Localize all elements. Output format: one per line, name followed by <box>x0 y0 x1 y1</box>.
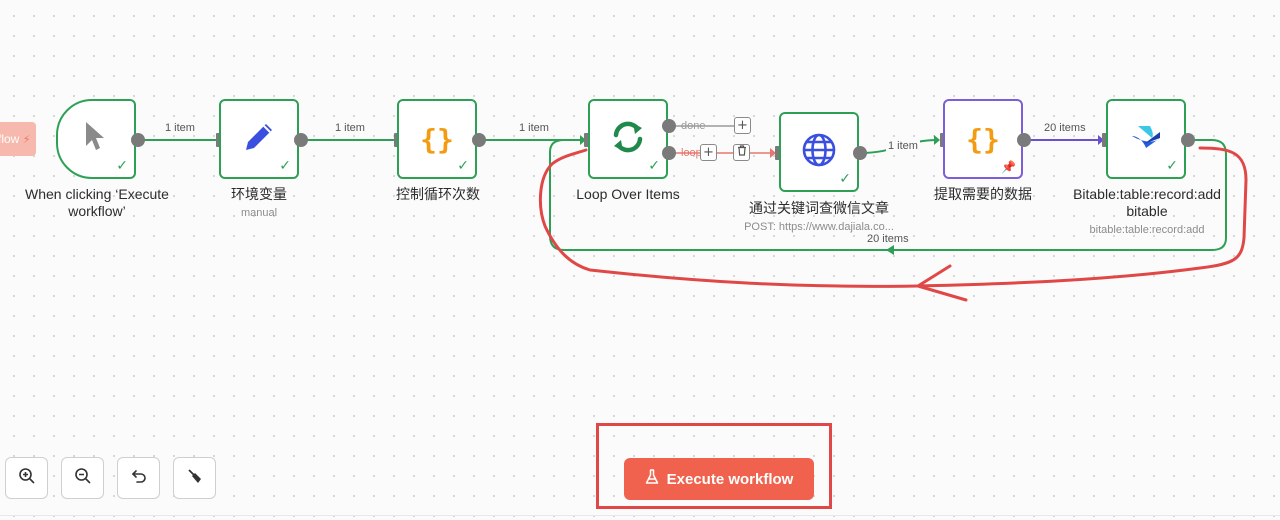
node-label: 通过关键词查微信文章 <box>749 200 889 216</box>
success-check-icon: ✓ <box>116 158 128 174</box>
output-port[interactable] <box>853 146 867 160</box>
pencil-icon <box>240 118 278 161</box>
manual-trigger-tag-label: flow <box>0 132 20 146</box>
edge-label-count: 1 item <box>886 140 920 152</box>
output-port[interactable] <box>294 133 308 147</box>
arrowhead-back <box>886 245 894 255</box>
node-label: 提取需要的数据 <box>934 186 1032 202</box>
broom-icon <box>186 467 204 490</box>
node-trigger[interactable]: ✓ <box>56 99 136 179</box>
execute-workflow-label: Execute workflow <box>666 470 794 488</box>
add-node-button[interactable]: + <box>700 144 717 161</box>
trash-icon <box>737 145 747 160</box>
bitable-icon <box>1130 124 1162 155</box>
output-port[interactable] <box>1017 133 1031 147</box>
success-check-icon: ✓ <box>839 171 851 187</box>
zoom-in-button[interactable] <box>5 457 48 499</box>
success-check-icon: ✓ <box>457 158 469 174</box>
success-check-icon: ✓ <box>1166 158 1178 174</box>
manual-trigger-tag[interactable]: flow ⚡ <box>0 122 36 156</box>
edge-label-count: 1 item <box>517 122 551 134</box>
bottom-divider <box>0 515 1280 516</box>
node-sublabel: bitable:table:record:add <box>1089 224 1205 236</box>
node-label: 控制循环次数 <box>396 186 480 202</box>
node-extract-data[interactable]: {} 📌 <box>943 99 1023 179</box>
output-port[interactable] <box>472 133 486 147</box>
braces-icon: {} <box>420 122 454 156</box>
node-label: Bitable:table:record:add bitable <box>1073 186 1221 219</box>
flask-icon <box>645 469 659 489</box>
done-output-port[interactable] <box>662 119 676 133</box>
edge-label-done: done <box>681 120 706 132</box>
tidy-up-button[interactable] <box>173 457 216 499</box>
success-check-icon: ✓ <box>648 158 660 174</box>
node-bitable-add[interactable]: ✓ <box>1106 99 1186 179</box>
undo-icon <box>130 467 148 490</box>
edge-label-count: 1 item <box>163 122 197 134</box>
success-check-icon: ✓ <box>279 158 291 174</box>
node-sublabel: manual <box>240 207 278 219</box>
output-port[interactable] <box>1181 133 1195 147</box>
zoom-out-icon <box>74 467 92 490</box>
node-label: When clicking ‘Execute workflow’ <box>25 186 169 219</box>
pin-icon: 📌 <box>1001 160 1016 174</box>
node-loop-count[interactable]: {} ✓ <box>397 99 477 179</box>
output-port[interactable] <box>131 133 145 147</box>
plus-icon: + <box>737 118 748 133</box>
node-label: Loop Over Items <box>576 186 680 202</box>
edge-label-count: 1 item <box>333 122 367 134</box>
zoom-in-icon <box>18 467 36 490</box>
node-env-variables[interactable]: ✓ <box>219 99 299 179</box>
add-node-button[interactable]: + <box>734 117 751 134</box>
zoom-out-button[interactable] <box>61 457 104 499</box>
edge-label-count: 20 items <box>1042 122 1088 134</box>
execute-workflow-button[interactable]: Execute workflow <box>624 458 814 500</box>
node-loop-over-items[interactable]: ✓ <box>588 99 668 179</box>
globe-icon <box>800 131 838 174</box>
node-search-articles[interactable]: ✓ <box>779 112 859 192</box>
delete-connection-button[interactable] <box>733 144 750 161</box>
braces-icon: {} <box>966 122 1000 156</box>
loop-output-port[interactable] <box>662 146 676 160</box>
node-label: 环境变量 <box>231 186 287 202</box>
refresh-icon <box>609 118 647 161</box>
plus-icon: + <box>703 145 714 160</box>
cursor-icon <box>83 120 109 159</box>
edge-label-count: 20 items <box>865 233 911 245</box>
undo-button[interactable] <box>117 457 160 499</box>
lightning-icon: ⚡ <box>22 133 31 146</box>
